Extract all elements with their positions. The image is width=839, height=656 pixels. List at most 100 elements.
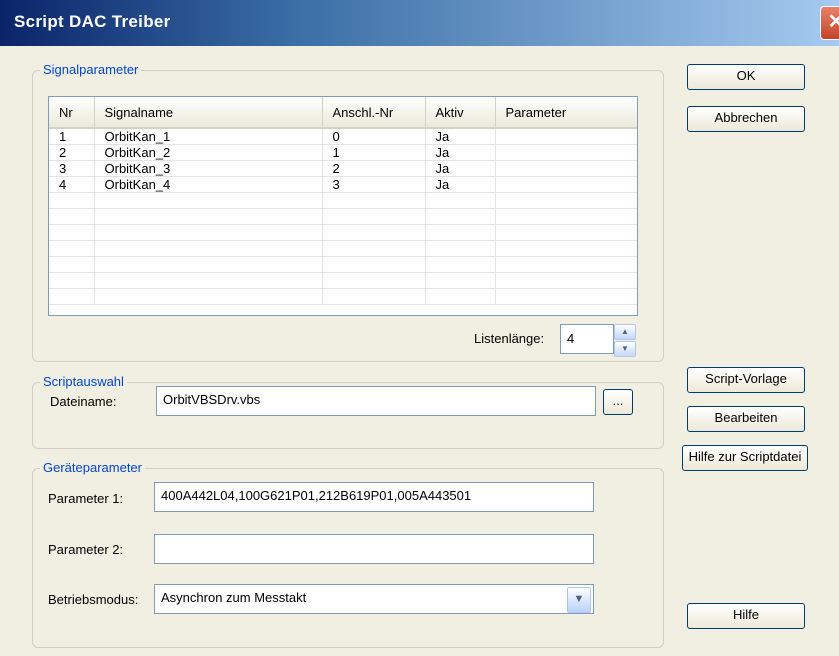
cell-signalname <box>94 208 323 225</box>
column-header-signalname[interactable]: Signalname <box>94 97 323 129</box>
script-template-button[interactable]: Script-Vorlage <box>687 367 805 393</box>
cell-signalname <box>94 272 323 289</box>
cell-parameter <box>495 192 637 209</box>
cell-parameter <box>495 240 637 257</box>
help-button[interactable]: Hilfe <box>687 603 805 629</box>
table-row[interactable]: 3 OrbitKan_3 2 Ja <box>49 160 637 177</box>
cell-signalname: OrbitKan_4 <box>94 176 323 193</box>
cell-anschl-nr <box>322 272 426 289</box>
table-row[interactable]: 2 OrbitKan_2 1 Ja <box>49 144 637 161</box>
parameter-1-input[interactable]: 400A442L04,100G621P01,212B619P01,005A443… <box>154 482 594 512</box>
cell-nr: 4 <box>49 176 95 193</box>
cell-nr <box>49 192 95 209</box>
cell-anschl-nr: 0 <box>322 128 426 145</box>
device-parameters-label: Geräteparameter <box>40 460 145 475</box>
table-row[interactable]: 4 OrbitKan_4 3 Ja <box>49 176 637 193</box>
table-row[interactable] <box>49 208 637 225</box>
cell-nr <box>49 240 95 257</box>
table-row[interactable]: 1 OrbitKan_1 0 Ja <box>49 128 637 145</box>
operating-mode-value: Asynchron zum Messtakt <box>161 590 307 605</box>
parameter-2-input[interactable] <box>154 534 594 564</box>
parameter-1-label: Parameter 1: <box>48 491 124 506</box>
cell-aktiv <box>425 240 496 257</box>
cell-parameter <box>495 224 637 241</box>
filename-label: Dateiname: <box>50 394 117 409</box>
cell-anschl-nr <box>322 208 426 225</box>
cell-aktiv: Ja <box>425 128 496 145</box>
cell-parameter <box>495 144 637 161</box>
script-selection-label: Scriptauswahl <box>40 374 127 389</box>
title-bar: Script DAC Treiber ✕ <box>0 0 839 46</box>
cell-anschl-nr: 2 <box>322 160 426 177</box>
close-button[interactable]: ✕ <box>820 6 839 40</box>
dialog-body: Signalparameter Nr Signalname Anschl.-Nr… <box>0 46 839 656</box>
cell-anschl-nr <box>322 256 426 273</box>
column-header-aktiv[interactable]: Aktiv <box>425 97 496 129</box>
cell-nr <box>49 288 95 305</box>
cell-signalname <box>94 240 323 257</box>
table-row[interactable] <box>49 288 637 305</box>
cell-aktiv <box>425 288 496 305</box>
list-length-spinner: ▲ ▼ <box>614 324 636 357</box>
parameter-2-label: Parameter 2: <box>48 542 124 557</box>
cell-anschl-nr: 3 <box>322 176 426 193</box>
window-title: Script DAC Treiber <box>14 12 171 31</box>
table-row[interactable] <box>49 240 637 257</box>
column-header-nr[interactable]: Nr <box>49 97 95 129</box>
cell-aktiv <box>425 192 496 209</box>
browse-button[interactable]: ... <box>603 389 633 415</box>
cell-signalname: OrbitKan_2 <box>94 144 323 161</box>
cell-nr <box>49 272 95 289</box>
cell-aktiv: Ja <box>425 144 496 161</box>
cell-anschl-nr <box>322 224 426 241</box>
cell-nr: 2 <box>49 144 95 161</box>
cell-aktiv <box>425 224 496 241</box>
edit-button[interactable]: Bearbeiten <box>687 406 805 432</box>
filename-input[interactable]: OrbitVBSDrv.vbs <box>156 386 596 416</box>
table-row[interactable] <box>49 224 637 241</box>
signal-table[interactable]: Nr Signalname Anschl.-Nr Aktiv Parameter… <box>48 96 638 316</box>
spin-down-icon[interactable]: ▼ <box>614 341 636 357</box>
cell-nr <box>49 256 95 273</box>
cell-anschl-nr <box>322 192 426 209</box>
cell-parameter <box>495 128 637 145</box>
spin-up-icon[interactable]: ▲ <box>614 324 636 340</box>
cell-signalname <box>94 192 323 209</box>
operating-mode-select[interactable]: Asynchron zum Messtakt ▼ <box>154 584 594 614</box>
cell-parameter <box>495 208 637 225</box>
signal-parameters-label: Signalparameter <box>40 62 142 77</box>
column-header-parameter[interactable]: Parameter <box>495 97 637 129</box>
cell-anschl-nr <box>322 288 426 305</box>
cell-nr: 3 <box>49 160 95 177</box>
cancel-button[interactable]: Abbrechen <box>687 106 805 132</box>
cell-signalname <box>94 224 323 241</box>
cell-aktiv <box>425 256 496 273</box>
cell-nr <box>49 224 95 241</box>
list-length-input[interactable]: 4 <box>560 324 614 354</box>
cell-signalname: OrbitKan_3 <box>94 160 323 177</box>
table-row[interactable] <box>49 192 637 209</box>
table-row[interactable] <box>49 272 637 289</box>
chevron-down-icon[interactable]: ▼ <box>567 587 591 613</box>
cell-anschl-nr <box>322 240 426 257</box>
cell-parameter <box>495 256 637 273</box>
table-row[interactable] <box>49 256 637 273</box>
cell-parameter <box>495 272 637 289</box>
operating-mode-label: Betriebsmodus: <box>48 592 139 607</box>
cell-parameter <box>495 160 637 177</box>
cell-parameter <box>495 288 637 305</box>
cell-aktiv: Ja <box>425 160 496 177</box>
ok-button[interactable]: OK <box>687 64 805 90</box>
column-header-anschl-nr[interactable]: Anschl.-Nr <box>322 97 426 129</box>
cell-aktiv: Ja <box>425 176 496 193</box>
cell-nr <box>49 208 95 225</box>
script-help-button[interactable]: Hilfe zur Scriptdatei <box>682 445 808 471</box>
cell-signalname <box>94 288 323 305</box>
table-header-row: Nr Signalname Anschl.-Nr Aktiv Parameter <box>49 97 637 129</box>
cell-parameter <box>495 176 637 193</box>
list-length-label: Listenlänge: <box>474 331 545 346</box>
cell-anschl-nr: 1 <box>322 144 426 161</box>
cell-signalname <box>94 256 323 273</box>
cell-signalname: OrbitKan_1 <box>94 128 323 145</box>
cell-nr: 1 <box>49 128 95 145</box>
